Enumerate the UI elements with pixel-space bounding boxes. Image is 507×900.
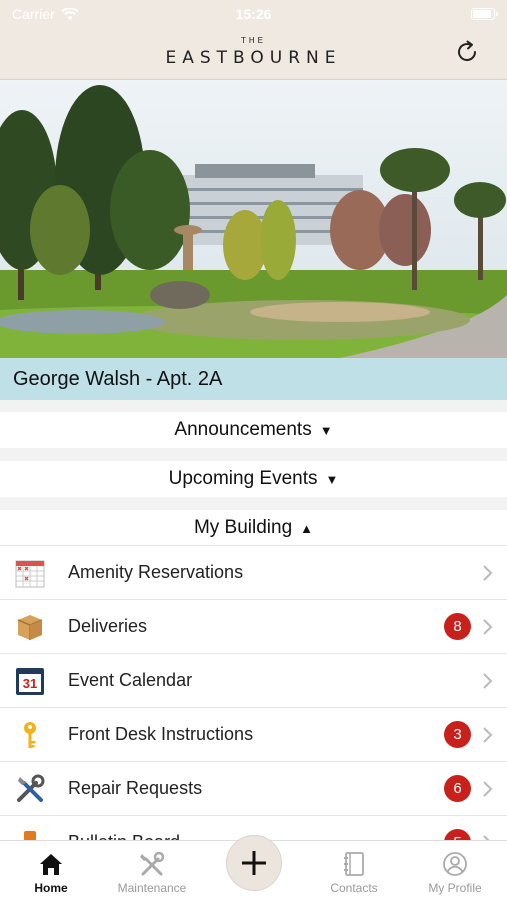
upcoming-events-label: Upcoming Events [168,468,318,489]
tools-icon [12,771,48,807]
tab-label: Home [34,881,68,895]
calendar-31-icon: 31 [12,663,48,699]
contacts-book-icon [344,852,364,876]
chevron-right-icon [483,780,493,797]
app-logo: THE EASTBOURNE [0,36,507,68]
list-item-front-desk-instructions[interactable]: Front Desk Instructions 3 [0,707,507,761]
resident-banner: George Walsh - Apt. 2A [0,358,507,400]
my-building-toggle[interactable]: My Building ▲ [0,510,507,546]
chevron-right-icon [483,726,493,743]
list-item-deliveries[interactable]: Deliveries 8 [0,599,507,653]
caret-down-icon: ▼ [319,422,333,438]
profile-icon [443,852,467,876]
battery-icon [471,8,498,20]
calendar-grid-icon [12,555,48,591]
count-badge: 8 [444,613,471,640]
list-item-event-calendar[interactable]: 31 Event Calendar [0,653,507,707]
wrench-icon [140,851,165,876]
list-item-label: Amenity Reservations [68,562,244,582]
chevron-right-icon [483,672,493,689]
tab-label: Contacts [330,881,378,895]
tab-contacts[interactable]: Contacts [309,847,399,895]
tab-maintenance[interactable]: Maintenance [107,847,197,895]
hero-image [0,80,507,358]
list-item-amenity-reservations[interactable]: Amenity Reservations [0,545,507,599]
list-item-label: Front Desk Instructions [68,724,254,744]
package-icon [12,609,48,645]
status-time: 15:26 [235,6,272,22]
refresh-icon[interactable] [453,38,481,66]
calendar-day-number: 31 [23,676,37,691]
tab-my-profile[interactable]: My Profile [410,847,500,895]
list-item-label: Event Calendar [68,670,193,690]
add-button[interactable] [226,835,282,891]
tab-label: My Profile [428,881,482,895]
caret-up-icon: ▲ [300,520,314,536]
plus-icon [242,851,266,875]
logo-small-text: THE [241,36,266,45]
my-building-label: My Building [193,517,293,538]
announcements-label: Announcements [174,419,312,440]
announcements-toggle[interactable]: Announcements ▼ [0,412,507,448]
list-item-repair-requests[interactable]: Repair Requests 6 [0,761,507,815]
upcoming-events-toggle[interactable]: Upcoming Events ▼ [0,461,507,497]
caret-down-icon: ▼ [325,471,339,487]
home-icon [40,854,62,875]
app-header: THE EASTBOURNE [0,28,507,80]
count-badge: 3 [444,721,471,748]
key-icon [12,717,48,753]
chevron-right-icon [483,618,493,635]
tab-label: Maintenance [117,881,187,895]
list-item-label: Repair Requests [68,778,203,798]
resident-name: George Walsh - Apt. 2A [13,367,223,390]
tab-home[interactable]: Home [6,847,96,895]
status-bar: Carrier 15:26 [0,0,507,28]
list-item-label: Deliveries [68,616,148,636]
chevron-right-icon [483,564,493,581]
count-badge: 6 [444,775,471,802]
logo-main-text: EASTBOURNE [165,48,342,68]
